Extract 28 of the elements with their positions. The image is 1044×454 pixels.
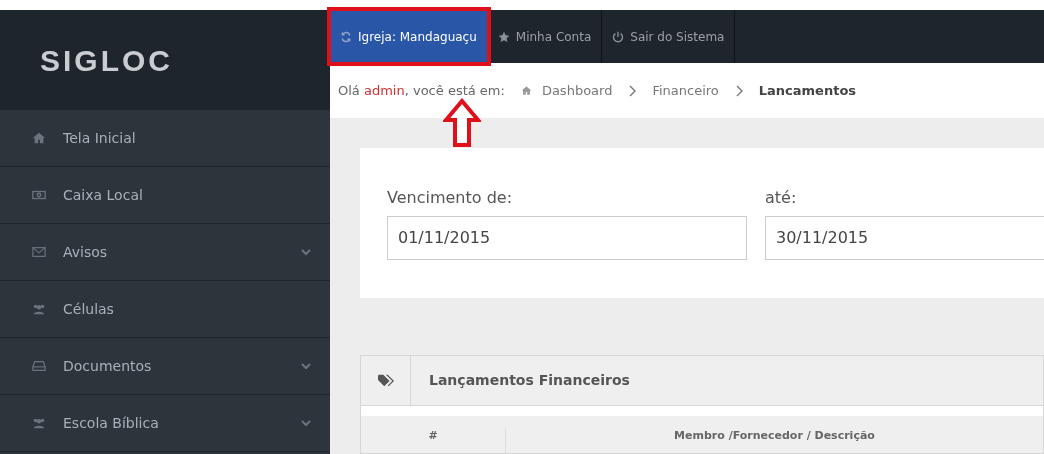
date-input-field[interactable]: 30/11/2015: [765, 216, 1044, 260]
greeting-text: Olá admin, você está em:: [338, 81, 505, 100]
power-icon: [612, 30, 625, 43]
breadcrumb-link[interactable]: Lancamentos: [758, 80, 857, 101]
users-icon: [32, 416, 46, 430]
top-bar-tab[interactable]: Sair do Sistema: [602, 10, 736, 63]
envelope-icon: [32, 245, 46, 259]
chevron-right-icon: [734, 84, 743, 97]
home-icon: [520, 85, 532, 96]
banknote-icon: [32, 188, 46, 202]
logo: SIGLOC: [40, 42, 173, 79]
column-header: Membro /Fornecedor / Descrição: [673, 428, 876, 444]
drive-icon: [32, 359, 46, 373]
home-icon: [32, 131, 46, 145]
column-header: #: [361, 428, 506, 453]
field-label: até:: [765, 187, 798, 209]
top-bar-tab[interactable]: Igreja: Mandaguaçu: [330, 10, 488, 63]
breadcrumb-link[interactable]: Financeiro: [652, 80, 719, 101]
tags-icon: [377, 373, 394, 388]
date-input-field[interactable]: 01/11/2015: [387, 216, 747, 260]
top-bar-tab[interactable]: Minha Conta: [487, 10, 603, 63]
star-icon: [497, 30, 510, 43]
field-label: Vencimento de:: [387, 187, 514, 209]
breadcrumb-link[interactable]: Dashboard: [541, 80, 613, 101]
panel-title: Lançamentos Financeiros: [428, 371, 630, 390]
refresh-icon: [340, 30, 352, 43]
users-icon: [32, 302, 46, 316]
chevron-right-icon: [628, 84, 637, 97]
